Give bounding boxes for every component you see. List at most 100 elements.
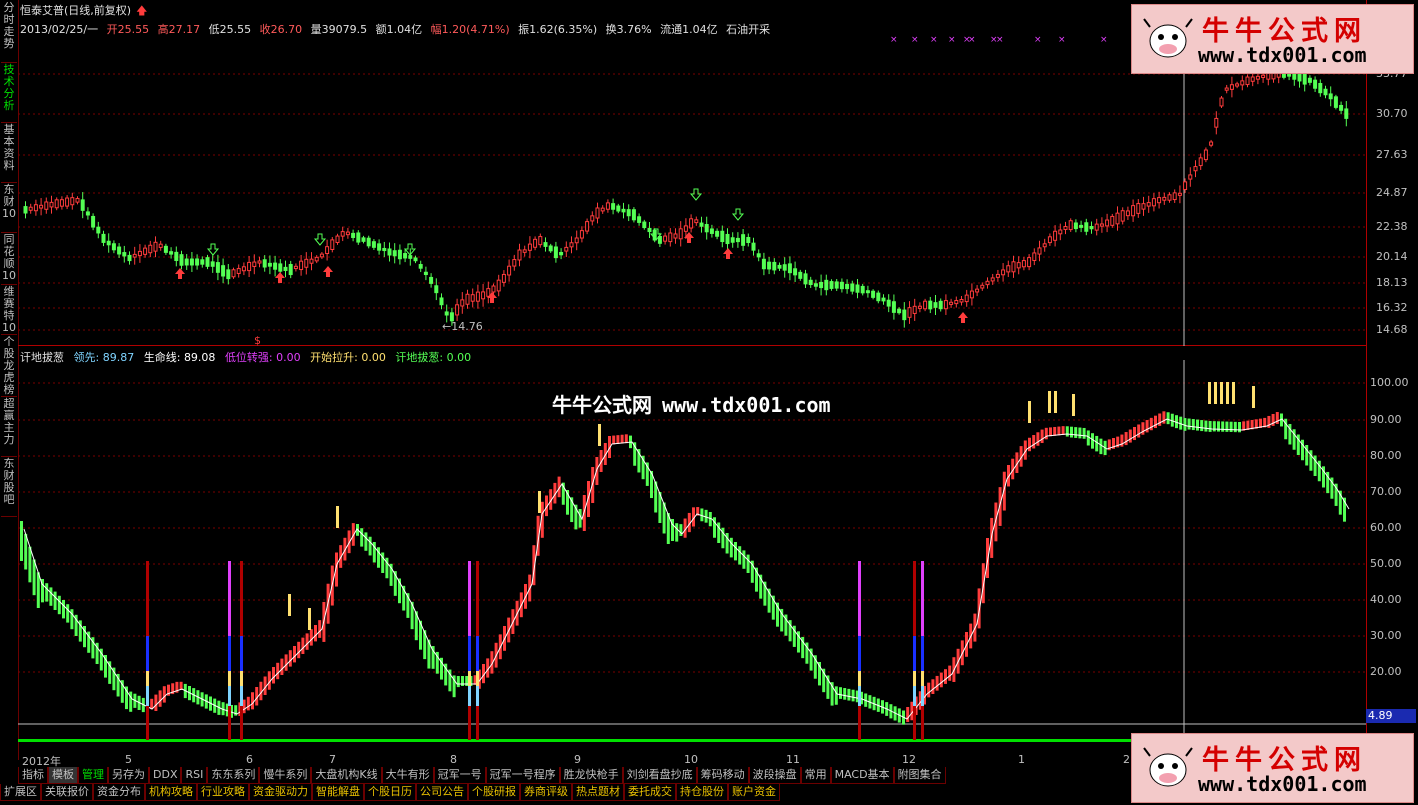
watermark-url: www.tdx001.com: [662, 393, 831, 417]
indicator-bar: [1099, 438, 1103, 455]
indicator-bar: [314, 625, 317, 642]
life-legend: 生命线: 89.08: [144, 351, 216, 364]
indicator-bar: [612, 435, 616, 445]
left-tab-7[interactable]: 超赢主力: [1, 396, 17, 457]
candle: [1047, 236, 1052, 244]
template-tab[interactable]: 刘剑看盘抄底: [622, 767, 697, 784]
candle: [288, 263, 293, 276]
candle: [70, 197, 75, 206]
candle: [803, 273, 808, 285]
indicator-name[interactable]: 讦地拔葱: [20, 351, 64, 364]
left-tab-4[interactable]: 同花顺10: [1, 232, 17, 285]
candle: [1021, 260, 1026, 268]
indicator-bar: [301, 637, 305, 654]
date-label: 2: [1123, 753, 1130, 766]
indicator-bar: [1070, 426, 1073, 438]
template-tab[interactable]: 模板: [48, 767, 78, 784]
indicator-bar: [32, 559, 36, 596]
extension-tab[interactable]: 机构攻略: [145, 784, 197, 801]
indicator-bar: [1078, 427, 1082, 439]
extension-tab[interactable]: 个股研报: [468, 784, 520, 801]
date-label: 7: [329, 753, 336, 766]
template-tab[interactable]: 大牛有形: [381, 767, 434, 784]
candle: [179, 254, 184, 266]
extension-tab[interactable]: 公司公告: [416, 784, 468, 801]
indicator-bar: [66, 604, 70, 623]
candle: [444, 311, 449, 316]
candle: [1188, 174, 1193, 180]
candle: [148, 244, 153, 254]
candle: [985, 280, 990, 286]
candle: [366, 237, 371, 247]
template-tab[interactable]: 冠军一号程序: [485, 767, 560, 784]
template-tab[interactable]: 波段操盘: [748, 767, 801, 784]
left-tab-6[interactable]: 个股龙虎榜: [1, 334, 17, 397]
extension-tab[interactable]: 委托成交: [624, 784, 676, 801]
template-tab[interactable]: 另存为: [108, 767, 149, 784]
indicator-bar: [1032, 435, 1036, 449]
candle: [923, 300, 928, 310]
candle: [252, 261, 257, 267]
candle: [959, 298, 964, 303]
indicator-bar: [620, 434, 624, 444]
extension-tab[interactable]: 热点题材: [572, 784, 624, 801]
template-tab[interactable]: 管理: [78, 767, 108, 784]
template-tab[interactable]: 东东系列: [207, 767, 260, 784]
candle: [1183, 181, 1188, 190]
template-tab[interactable]: DDX: [149, 767, 182, 784]
template-tab[interactable]: 指标: [18, 767, 48, 784]
extension-tab[interactable]: 券商评级: [520, 784, 572, 801]
candle: [1219, 97, 1224, 107]
left-tab-1[interactable]: 技术分析: [1, 62, 17, 123]
template-tab[interactable]: 胜龙快枪手: [559, 767, 623, 784]
candle: [278, 263, 283, 272]
extension-tab[interactable]: 行业攻略: [197, 784, 249, 801]
template-tab[interactable]: 慢牛系列: [259, 767, 312, 784]
start-signal-bar: [1208, 382, 1211, 404]
left-tab-0[interactable]: 分时走势: [1, 0, 17, 63]
extension-tab[interactable]: 资金分布: [93, 784, 145, 801]
candle: [798, 271, 803, 279]
extension-tab[interactable]: 智能解盘: [312, 784, 364, 801]
indicator-bar: [1074, 427, 1078, 438]
extension-tab[interactable]: 持仓股份: [676, 784, 728, 801]
start-legend: 开始拉升: 0.00: [310, 351, 386, 364]
template-tab[interactable]: 大盘机构K线: [311, 767, 382, 784]
template-tab[interactable]: 附图集合: [893, 767, 946, 784]
template-tab[interactable]: 筹码移动: [696, 767, 749, 784]
extension-tab[interactable]: 资金驱动力: [249, 784, 312, 801]
candle: [507, 265, 512, 276]
extension-tab[interactable]: 账户资金: [728, 784, 780, 801]
template-tab[interactable]: MACD基本: [830, 767, 894, 784]
logo-url: www.tdx001.com: [1198, 43, 1367, 67]
candle: [1328, 93, 1333, 100]
candle: [413, 257, 418, 262]
quote-float: 流通1.04亿: [660, 23, 718, 36]
template-tab[interactable]: 常用: [800, 767, 831, 784]
indicator-bar: [45, 583, 49, 602]
candle: [325, 246, 330, 255]
indicator-bar: [272, 667, 275, 684]
signal-column-red: [921, 706, 924, 740]
stock-title[interactable]: 恒泰艾普(日线,前复权): [20, 4, 131, 17]
candle: [595, 207, 600, 219]
current-value-badge: 4.89: [1366, 709, 1416, 723]
left-tab-8[interactable]: 东财股吧: [1, 456, 17, 517]
left-tab-2[interactable]: 基本资料: [1, 122, 17, 183]
extension-tab[interactable]: 个股日历: [364, 784, 416, 801]
candle: [1094, 223, 1099, 231]
left-tab-3[interactable]: 东财10: [1, 182, 17, 233]
candle: [850, 283, 855, 292]
indicator-bar: [57, 595, 61, 615]
extension-tab[interactable]: 关联报价: [41, 784, 93, 801]
left-tab-5[interactable]: 维赛特10: [1, 284, 17, 335]
indicator-bar: [36, 572, 40, 608]
signal-column-cyan: [476, 686, 479, 706]
template-tab[interactable]: RSI: [181, 767, 208, 784]
candle: [1027, 257, 1032, 268]
indicator-bar: [1162, 411, 1166, 424]
start-value: 0.00: [361, 351, 386, 364]
extension-tab[interactable]: 扩展区: [0, 784, 41, 801]
template-tab[interactable]: 冠军一号: [433, 767, 486, 784]
candle: [1209, 141, 1214, 146]
